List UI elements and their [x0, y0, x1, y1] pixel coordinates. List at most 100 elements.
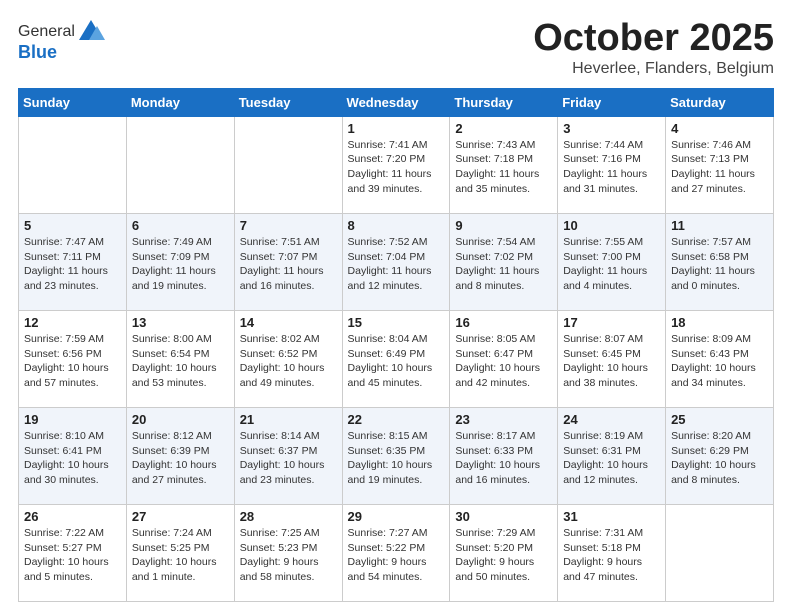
table-row: 21Sunrise: 8:14 AM Sunset: 6:37 PM Dayli… — [234, 407, 342, 504]
day-number: 27 — [132, 509, 229, 524]
day-number: 14 — [240, 315, 337, 330]
day-info: Sunrise: 7:49 AM Sunset: 7:09 PM Dayligh… — [132, 235, 229, 294]
table-row: 20 Sunrise: 8:12 AM Sunset: 6:39 PM Dayli… — [126, 407, 234, 504]
col-sunday: Sunday — [19, 88, 127, 116]
table-row: 28Sunrise: 7:25 AM Sunset: 5:23 PM Dayli… — [234, 504, 342, 601]
calendar-week-row: 19Sunrise: 8:10 AM Sunset: 6:41 PM Dayli… — [19, 407, 774, 504]
day-number: 30 — [455, 509, 552, 524]
day-number: 10 — [563, 218, 660, 233]
calendar-body: 1Sunrise: 7:41 AM Sunset: 7:20 PM Daylig… — [19, 116, 774, 601]
day-number: 3 — [563, 121, 660, 136]
table-row: 12Sunrise: 7:59 AM Sunset: 6:56 PM Dayli… — [19, 310, 127, 407]
table-row: 16Sunrise: 8:05 AM Sunset: 6:47 PM Dayli… — [450, 310, 558, 407]
calendar-week-row: 26 Sunrise: 7:22 AM Sunset: 5:27 PM Dayli… — [19, 504, 774, 601]
logo-icon — [77, 18, 105, 46]
calendar-header-row: Sunday Monday Tuesday Wednesday Thursday… — [19, 88, 774, 116]
day-info: Sunrise: 8:14 AM Sunset: 6:37 PM Dayligh… — [240, 429, 337, 488]
table-row: 5Sunrise: 7:47 AM Sunset: 7:11 PM Daylig… — [19, 213, 127, 310]
day-info: Sunrise: 7:43 AM Sunset: 7:18 PM Dayligh… — [455, 138, 552, 197]
day-number: 11 — [671, 218, 768, 233]
day-info: Sunrise: 8:10 AM Sunset: 6:41 PM Dayligh… — [24, 429, 121, 488]
day-number: 23 — [455, 412, 552, 427]
day-number: 22 — [348, 412, 445, 427]
day-info: Sunrise: 7:29 AM Sunset: 5:20 PM Dayligh… — [455, 526, 552, 585]
day-number: 25 — [671, 412, 768, 427]
table-row — [19, 116, 127, 213]
location: Heverlee, Flanders, Belgium — [533, 60, 774, 78]
day-info: Sunrise: 8:09 AM Sunset: 6:43 PM Dayligh… — [671, 332, 768, 391]
table-row — [126, 116, 234, 213]
day-number: 31 — [563, 509, 660, 524]
day-number: 13 — [132, 315, 229, 330]
day-info: Sunrise: 7:54 AM Sunset: 7:02 PM Dayligh… — [455, 235, 552, 294]
table-row: 3 Sunrise: 7:44 AM Sunset: 7:16 PM Daylig… — [558, 116, 666, 213]
table-row: 11 Sunrise: 7:57 AM Sunset: 6:58 PM Dayli… — [666, 213, 774, 310]
table-row: 4Sunrise: 7:46 AM Sunset: 7:13 PM Daylig… — [666, 116, 774, 213]
day-number: 15 — [348, 315, 445, 330]
month-title: October 2025 — [533, 18, 774, 60]
day-number: 18 — [671, 315, 768, 330]
day-number: 9 — [455, 218, 552, 233]
table-row: 26 Sunrise: 7:22 AM Sunset: 5:27 PM Dayli… — [19, 504, 127, 601]
table-row: 29 Sunrise: 7:27 AM Sunset: 5:22 PM Dayli… — [342, 504, 450, 601]
day-info: Sunrise: 7:41 AM Sunset: 7:20 PM Dayligh… — [348, 138, 445, 197]
table-row: 18 Sunrise: 8:09 AM Sunset: 6:43 PM Dayli… — [666, 310, 774, 407]
day-info: Sunrise: 8:17 AM Sunset: 6:33 PM Dayligh… — [455, 429, 552, 488]
day-info: Sunrise: 7:55 AM Sunset: 7:00 PM Dayligh… — [563, 235, 660, 294]
day-number: 12 — [24, 315, 121, 330]
table-row: 22 Sunrise: 8:15 AM Sunset: 6:35 PM Dayli… — [342, 407, 450, 504]
table-row: 19Sunrise: 8:10 AM Sunset: 6:41 PM Dayli… — [19, 407, 127, 504]
day-info: Sunrise: 8:04 AM Sunset: 6:49 PM Dayligh… — [348, 332, 445, 391]
table-row: 15 Sunrise: 8:04 AM Sunset: 6:49 PM Dayli… — [342, 310, 450, 407]
table-row — [234, 116, 342, 213]
day-info: Sunrise: 7:52 AM Sunset: 7:04 PM Dayligh… — [348, 235, 445, 294]
day-number: 29 — [348, 509, 445, 524]
table-row: 17 Sunrise: 8:07 AM Sunset: 6:45 PM Dayli… — [558, 310, 666, 407]
day-info: Sunrise: 7:44 AM Sunset: 7:16 PM Dayligh… — [563, 138, 660, 197]
day-info: Sunrise: 7:24 AM Sunset: 5:25 PM Dayligh… — [132, 526, 229, 585]
table-row: 25 Sunrise: 8:20 AM Sunset: 6:29 PM Dayli… — [666, 407, 774, 504]
col-monday: Monday — [126, 88, 234, 116]
day-info: Sunrise: 8:02 AM Sunset: 6:52 PM Dayligh… — [240, 332, 337, 391]
col-thursday: Thursday — [450, 88, 558, 116]
day-info: Sunrise: 8:12 AM Sunset: 6:39 PM Dayligh… — [132, 429, 229, 488]
day-number: 4 — [671, 121, 768, 136]
day-number: 26 — [24, 509, 121, 524]
day-number: 2 — [455, 121, 552, 136]
day-info: Sunrise: 8:07 AM Sunset: 6:45 PM Dayligh… — [563, 332, 660, 391]
logo-general-text: General — [18, 23, 75, 41]
day-number: 24 — [563, 412, 660, 427]
table-row: 30 Sunrise: 7:29 AM Sunset: 5:20 PM Dayli… — [450, 504, 558, 601]
calendar-week-row: 12Sunrise: 7:59 AM Sunset: 6:56 PM Dayli… — [19, 310, 774, 407]
day-info: Sunrise: 7:31 AM Sunset: 5:18 PM Dayligh… — [563, 526, 660, 585]
day-number: 5 — [24, 218, 121, 233]
day-number: 28 — [240, 509, 337, 524]
day-info: Sunrise: 8:20 AM Sunset: 6:29 PM Dayligh… — [671, 429, 768, 488]
day-number: 7 — [240, 218, 337, 233]
day-number: 8 — [348, 218, 445, 233]
table-row: 1Sunrise: 7:41 AM Sunset: 7:20 PM Daylig… — [342, 116, 450, 213]
table-row: 8 Sunrise: 7:52 AM Sunset: 7:04 PM Daylig… — [342, 213, 450, 310]
header: General Blue October 2025 Heverlee, Flan… — [18, 18, 774, 78]
day-number: 20 — [132, 412, 229, 427]
day-info: Sunrise: 8:15 AM Sunset: 6:35 PM Dayligh… — [348, 429, 445, 488]
table-row: 2 Sunrise: 7:43 AM Sunset: 7:18 PM Daylig… — [450, 116, 558, 213]
calendar-week-row: 5Sunrise: 7:47 AM Sunset: 7:11 PM Daylig… — [19, 213, 774, 310]
table-row: 31 Sunrise: 7:31 AM Sunset: 5:18 PM Dayli… — [558, 504, 666, 601]
page: General Blue October 2025 Heverlee, Flan… — [0, 0, 792, 612]
day-number: 6 — [132, 218, 229, 233]
day-info: Sunrise: 7:27 AM Sunset: 5:22 PM Dayligh… — [348, 526, 445, 585]
table-row: 27 Sunrise: 7:24 AM Sunset: 5:25 PM Dayli… — [126, 504, 234, 601]
day-info: Sunrise: 7:57 AM Sunset: 6:58 PM Dayligh… — [671, 235, 768, 294]
col-wednesday: Wednesday — [342, 88, 450, 116]
table-row: 6 Sunrise: 7:49 AM Sunset: 7:09 PM Daylig… — [126, 213, 234, 310]
table-row: 14 Sunrise: 8:02 AM Sunset: 6:52 PM Dayli… — [234, 310, 342, 407]
table-row — [666, 504, 774, 601]
day-number: 17 — [563, 315, 660, 330]
day-number: 16 — [455, 315, 552, 330]
calendar-table: Sunday Monday Tuesday Wednesday Thursday… — [18, 88, 774, 602]
table-row: 10 Sunrise: 7:55 AM Sunset: 7:00 PM Dayli… — [558, 213, 666, 310]
table-row: 24Sunrise: 8:19 AM Sunset: 6:31 PM Dayli… — [558, 407, 666, 504]
day-info: Sunrise: 7:22 AM Sunset: 5:27 PM Dayligh… — [24, 526, 121, 585]
table-row: 7Sunrise: 7:51 AM Sunset: 7:07 PM Daylig… — [234, 213, 342, 310]
